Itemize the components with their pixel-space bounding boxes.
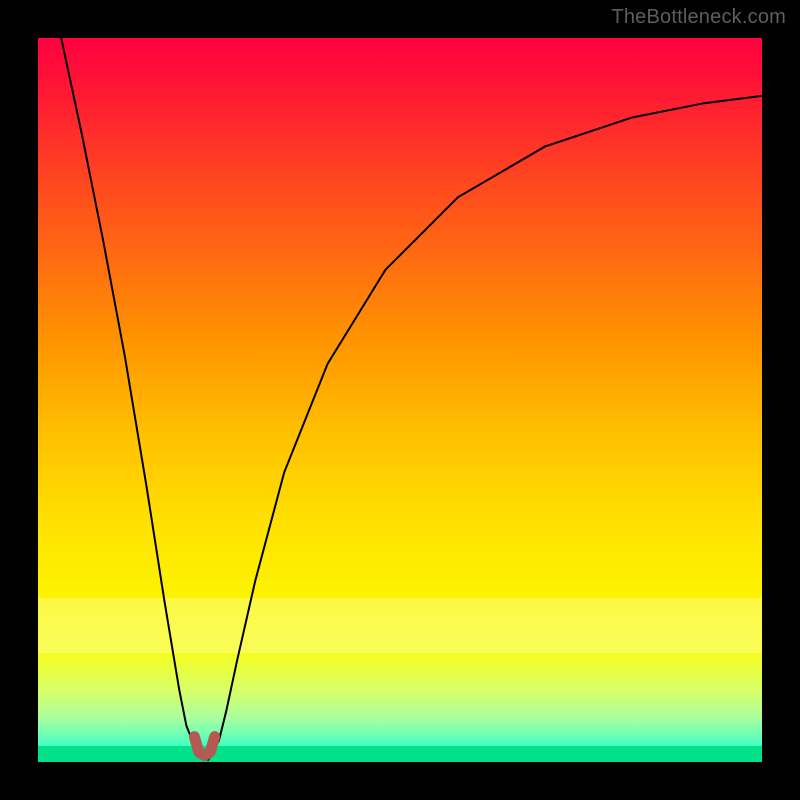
chart-frame: TheBottleneck.com bbox=[0, 0, 800, 800]
plot-area bbox=[38, 38, 762, 762]
min-marker bbox=[194, 737, 214, 756]
bottleneck-curve bbox=[61, 38, 762, 760]
watermark-text: TheBottleneck.com bbox=[611, 6, 786, 29]
curve-layer bbox=[38, 38, 762, 762]
